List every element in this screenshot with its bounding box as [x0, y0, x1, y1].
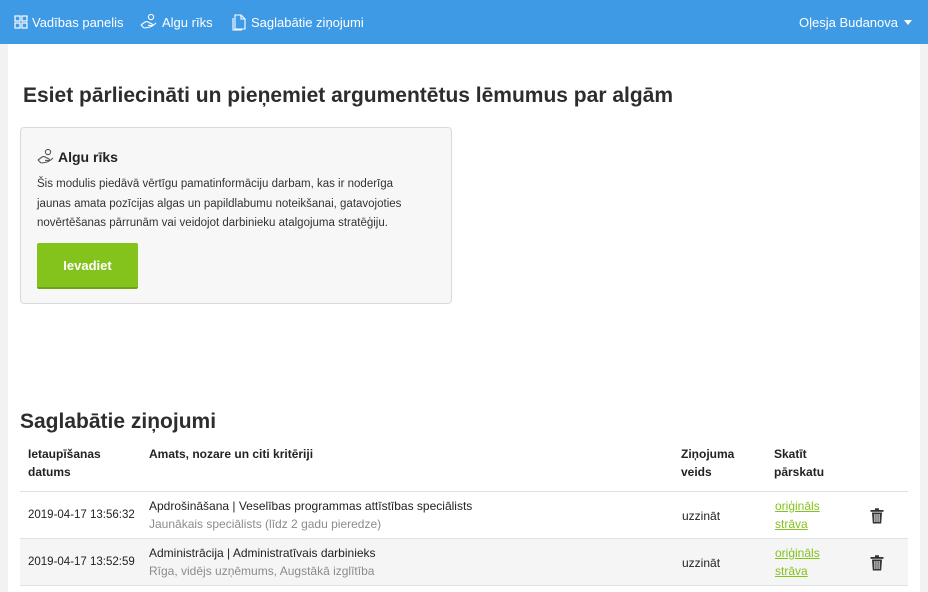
- column-header-date-line1: Ietaupīšanas: [28, 447, 101, 461]
- nav-dashboard[interactable]: Vadības panelis: [14, 0, 124, 44]
- card-description: Šis modulis piedāvā vērtīgu pamatinformā…: [37, 175, 437, 234]
- card-description-line: Šis modulis piedāvā vērtīgu pamatinformā…: [37, 178, 394, 190]
- original-report-link[interactable]: oriģināls: [775, 546, 820, 560]
- table-row: 2019-04-17 13:56:32 Apdrošināšana | Vese…: [20, 492, 908, 539]
- hand-coins-icon: [37, 148, 54, 164]
- row-type: uzzināt: [682, 509, 721, 523]
- documents-icon: [232, 13, 246, 31]
- table-divider: [20, 585, 908, 586]
- row-criteria: Administrācija | Administratīvais darbin…: [149, 546, 376, 560]
- caret-down-icon: [904, 20, 912, 25]
- table-row: 2019-04-17 13:52:59 Administrācija | Adm…: [20, 539, 908, 586]
- nav-saved-reports-label: Saglabātie ziņojumi: [251, 14, 364, 30]
- nav-saved-reports[interactable]: Saglabātie ziņojumi: [231, 0, 364, 44]
- salary-tool-card: Algu rīks Šis modulis piedāvā vērtīgu pa…: [20, 127, 452, 304]
- row-date: 2019-04-17 13:52:59: [28, 556, 135, 568]
- card-description-line: novērtēšanas pārrunām vai veidojot darbi…: [37, 217, 388, 229]
- column-header-view: Skatīt pārskatu: [774, 445, 824, 481]
- row-criteria: Apdrošināšana | Veselības programmas att…: [149, 499, 473, 513]
- nav-salary-tool[interactable]: Algu rīks: [140, 0, 213, 44]
- original-report-link[interactable]: oriģināls: [775, 499, 820, 513]
- user-menu[interactable]: Oļesja Budanova: [799, 0, 912, 44]
- column-header-view-line2: pārskatu: [774, 465, 825, 479]
- nav-salary-tool-label: Algu rīks: [162, 14, 213, 30]
- column-header-type-line2: veids: [681, 465, 712, 479]
- page-headline: Esiet pārliecināti un pieņemiet argument…: [23, 84, 674, 107]
- top-navbar: Vadības panelis Algu rīks Saglabātie ziņ…: [0, 0, 928, 44]
- column-header-criteria: Amats, nozare un citi kritēriji: [149, 447, 314, 461]
- row-criteria-sub: Rīga, vidējs uzņēmums, Augstākā izglītīb…: [149, 564, 375, 578]
- column-header-type: Ziņojuma veids: [681, 445, 734, 481]
- trash-icon[interactable]: [870, 555, 884, 571]
- column-header-date-line2: datums: [28, 465, 71, 479]
- trash-icon[interactable]: [870, 508, 884, 524]
- grid-icon: [14, 15, 28, 29]
- card-description-line: jaunas amata pozīcijas algas un papildla…: [37, 197, 402, 210]
- hand-coins-icon: [140, 13, 157, 29]
- column-header-date: Ietaupīšanas datums: [28, 445, 101, 481]
- user-name: Oļesja Budanova: [798, 14, 898, 30]
- enter-button[interactable]: Ievadiet: [37, 243, 138, 289]
- column-header-view-line1: Skatīt: [774, 447, 807, 461]
- card-title: Algu rīks: [37, 148, 118, 166]
- main-content: Esiet pārliecināti un pieņemiet argument…: [8, 44, 920, 592]
- current-report-link[interactable]: strāva: [775, 517, 808, 531]
- row-type: uzzināt: [682, 556, 721, 570]
- nav-dashboard-label: Vadības panelis: [32, 14, 124, 30]
- column-header-type-line1: Ziņojuma: [681, 447, 735, 461]
- row-date: 2019-04-17 13:56:32: [28, 509, 135, 521]
- card-title-text: Algu rīks: [58, 149, 118, 165]
- row-criteria-sub: Jaunākais speciālists (līdz 2 gadu piere…: [149, 517, 382, 531]
- saved-reports-title: Saglabātie ziņojumi: [20, 410, 217, 433]
- current-report-link[interactable]: strāva: [775, 564, 808, 578]
